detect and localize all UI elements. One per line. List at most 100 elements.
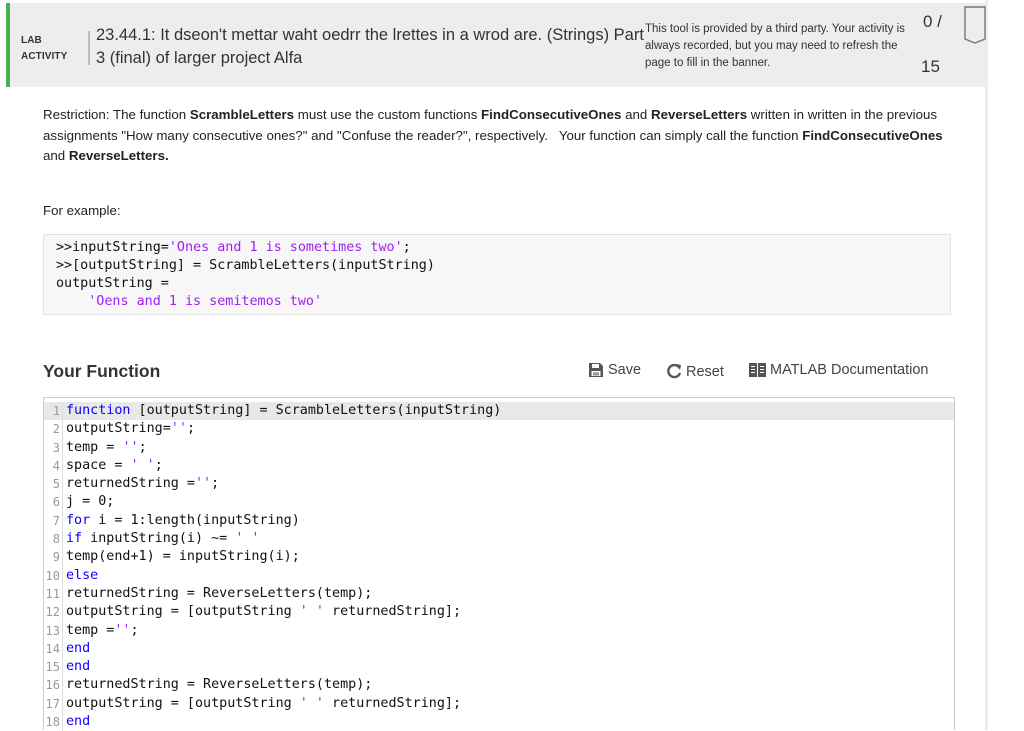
code-token: ;: [154, 457, 163, 473]
code-line[interactable]: 3 temp = '';: [44, 438, 954, 457]
section-title: Your Function: [43, 361, 161, 381]
code-token: returnedString = ReverseLetters(temp);: [66, 585, 373, 601]
code-token: inputString(i) ~=: [82, 531, 236, 547]
code-text: returnedString = ReverseLetters(temp);: [63, 585, 372, 603]
code-token: outputString=: [66, 421, 171, 437]
code-keyword: if: [66, 531, 83, 547]
activity-header: LAB ACTIVITY 23.44.1: It dseon't mettar …: [6, 3, 988, 87]
code-token: returnedString =: [66, 476, 195, 492]
header-divider: [88, 31, 90, 65]
code-string: '': [170, 421, 187, 437]
book-icon: [749, 363, 766, 377]
reset-label: Reset: [686, 364, 724, 380]
code-text: end: [63, 658, 90, 676]
save-label: Save: [608, 362, 642, 378]
code-string: '': [122, 439, 139, 455]
code-string: ' ': [130, 457, 155, 473]
code-line[interactable]: 18 end: [44, 713, 954, 731]
code-line[interactable]: 14 end: [44, 639, 954, 659]
code-line[interactable]: 4 space = ' ';: [44, 456, 954, 476]
line-number: 10: [44, 566, 63, 585]
code-keyword: end: [66, 659, 91, 675]
text: Restriction: The function: [43, 107, 190, 122]
code-text: j = 0;: [63, 493, 114, 511]
code-line[interactable]: 10 else: [44, 566, 954, 585]
example-line: >>[outputString] = ScrambleLetters(input…: [56, 258, 435, 273]
bookmark-icon[interactable]: [964, 6, 986, 46]
code-token: ;: [138, 439, 147, 455]
code-text: function [outputString] = ScrambleLetter…: [63, 402, 501, 420]
code-text: outputString = [outputString ' ' returne…: [63, 603, 461, 621]
code-token: temp(end+1) = inputString(i);: [66, 549, 300, 565]
code-line[interactable]: 13 temp ='';: [44, 621, 954, 640]
code-token: temp =: [66, 622, 115, 638]
code-line[interactable]: 17 outputString = [outputString ' ' retur…: [44, 694, 954, 714]
code-keyword: end: [66, 714, 91, 730]
example-line: outputString =: [56, 276, 169, 291]
save-button[interactable]: Save: [588, 362, 641, 378]
code-text: outputString = [outputString ' ' returne…: [63, 695, 461, 713]
code-line[interactable]: 7 for i = 1:length(inputString): [44, 511, 954, 531]
code-text: outputString='';: [63, 420, 195, 438]
code-line[interactable]: 2 outputString='';: [44, 420, 954, 439]
code-text: temp(end+1) = inputString(i);: [63, 548, 300, 566]
activity-title: 23.44.1: It dseon't mettar waht oedrr th…: [96, 26, 644, 67]
code-keyword: else: [66, 567, 99, 583]
code-editor[interactable]: 1 function [outputString] = ScrambleLette…: [43, 397, 955, 731]
code-string: '': [195, 476, 212, 492]
function-name: FindConsecutiveOnes: [802, 127, 943, 143]
code-line[interactable]: 1 function [outputString] = ScrambleLette…: [44, 402, 954, 421]
code-line[interactable]: 12 outputString = [outputString ' ' retur…: [44, 603, 954, 622]
line-number: 2: [44, 420, 63, 439]
reset-button[interactable]: Reset: [666, 362, 724, 380]
reset-icon: [667, 363, 682, 379]
matlab-docs-link[interactable]: MATLAB Documentation: [749, 362, 929, 378]
example-line: >>inputString='Ones and 1 is sometimes t…: [56, 239, 938, 257]
line-number: 3: [44, 438, 63, 457]
code-token: [outputString] = ScrambleLetters(inputSt…: [130, 403, 502, 418]
code-token: outputString = [outputString: [66, 604, 300, 620]
restriction-paragraph: Restriction: The function ScrambleLetter…: [43, 105, 953, 167]
function-name: ReverseLetters: [651, 107, 748, 122]
line-number: 12: [44, 603, 63, 622]
line-number: 8: [44, 530, 63, 549]
code-text: returnedString ='';: [63, 475, 219, 493]
code-line[interactable]: 15 end: [44, 658, 954, 677]
code-string: 'Ones and 1 is sometimes two': [168, 240, 403, 255]
code-line[interactable]: 16 returnedString = ReverseLetters(temp);: [44, 676, 954, 695]
code-line[interactable]: 6j = 0;: [44, 493, 954, 512]
save-icon: [589, 363, 603, 377]
function-name: ReverseLetters.: [68, 148, 169, 163]
activity-type-line1: LAB: [21, 35, 42, 46]
third-party-notice: This tool is provided by a third party. …: [645, 23, 905, 69]
docs-label: MATLAB Documentation: [770, 362, 929, 378]
line-number: 16: [44, 676, 63, 695]
line-number: 11: [44, 584, 63, 604]
line-number: 14: [44, 639, 63, 659]
text: must use the custom functions: [294, 107, 482, 122]
code-line[interactable]: 8 if inputString(i) ~= ' ': [44, 530, 954, 549]
line-number: 7: [44, 511, 63, 531]
code-string: ' ': [235, 531, 260, 547]
code-token: temp =: [66, 439, 123, 455]
text: and: [43, 148, 69, 163]
line-number: 13: [44, 621, 63, 640]
code-line[interactable]: 9 temp(end+1) = inputString(i);: [44, 548, 954, 567]
example-code-block: >>inputString='Ones and 1 is sometimes t…: [43, 234, 951, 315]
code-string: ' ': [299, 604, 324, 620]
code-token: space =: [66, 457, 131, 473]
line-number: 18: [44, 713, 63, 731]
code-text: space = ' ';: [63, 457, 163, 475]
code-keyword: for: [66, 512, 91, 528]
code-line[interactable]: 11 returnedString = ReverseLetters(temp);: [44, 584, 954, 604]
code-keyword: function: [66, 403, 131, 418]
code-string: ' ': [299, 695, 324, 711]
function-name: FindConsecutiveOnes: [481, 107, 622, 122]
line-number: 6: [44, 493, 63, 512]
line-number: 4: [44, 456, 63, 476]
code-text: else: [63, 567, 98, 585]
code-line[interactable]: 5 returnedString ='';: [44, 475, 954, 494]
code-token: ;: [211, 476, 220, 492]
line-number: 5: [44, 475, 63, 494]
